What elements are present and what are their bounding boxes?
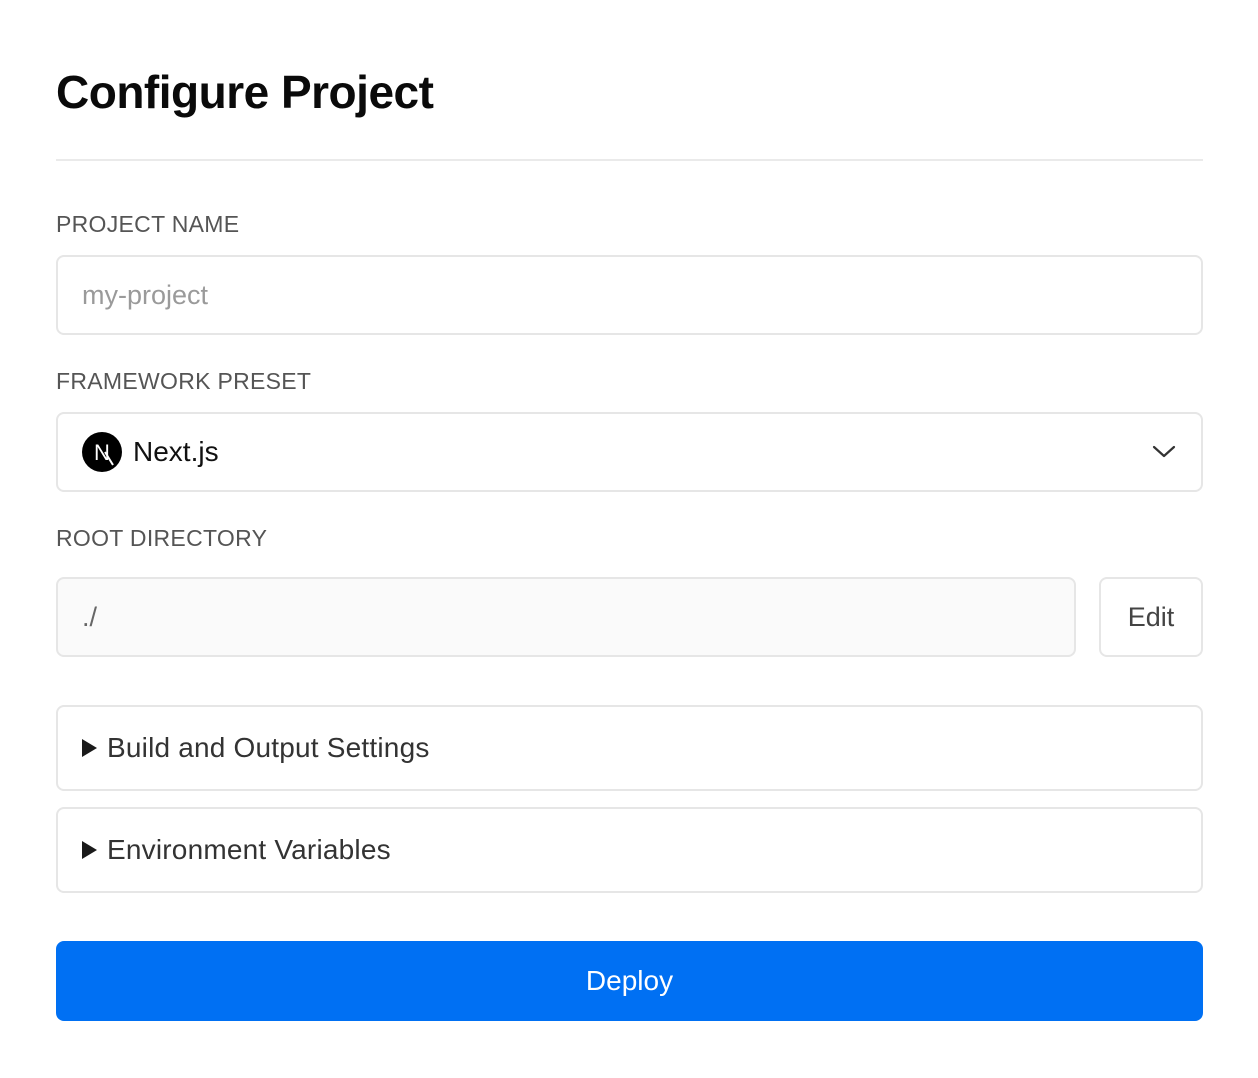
environment-variables-section[interactable]: Environment Variables bbox=[56, 807, 1203, 893]
chevron-down-icon bbox=[1151, 439, 1177, 465]
nextjs-logo-letter: N bbox=[94, 440, 110, 465]
root-directory-input: ./ bbox=[56, 577, 1076, 657]
expand-triangle-icon bbox=[82, 739, 97, 757]
framework-preset-label: FRAMEWORK PRESET bbox=[56, 368, 312, 394]
page-title: Configure Project bbox=[56, 66, 434, 118]
divider bbox=[56, 159, 1203, 161]
build-output-settings-section[interactable]: Build and Output Settings bbox=[56, 705, 1203, 791]
root-directory-value: ./ bbox=[82, 601, 98, 632]
expand-triangle-icon bbox=[82, 841, 97, 859]
build-output-settings-label: Build and Output Settings bbox=[107, 732, 430, 763]
nextjs-logo-icon: N bbox=[82, 432, 122, 472]
framework-preset-value: Next.js bbox=[133, 436, 219, 467]
project-name-input[interactable] bbox=[56, 255, 1203, 335]
deploy-button[interactable]: Deploy bbox=[56, 941, 1203, 1021]
framework-preset-select[interactable]: N Next.js bbox=[56, 412, 1203, 492]
environment-variables-label: Environment Variables bbox=[107, 834, 391, 865]
edit-root-directory-button[interactable]: Edit bbox=[1099, 577, 1203, 657]
project-name-label: PROJECT NAME bbox=[56, 211, 240, 237]
root-directory-label: ROOT DIRECTORY bbox=[56, 525, 268, 551]
